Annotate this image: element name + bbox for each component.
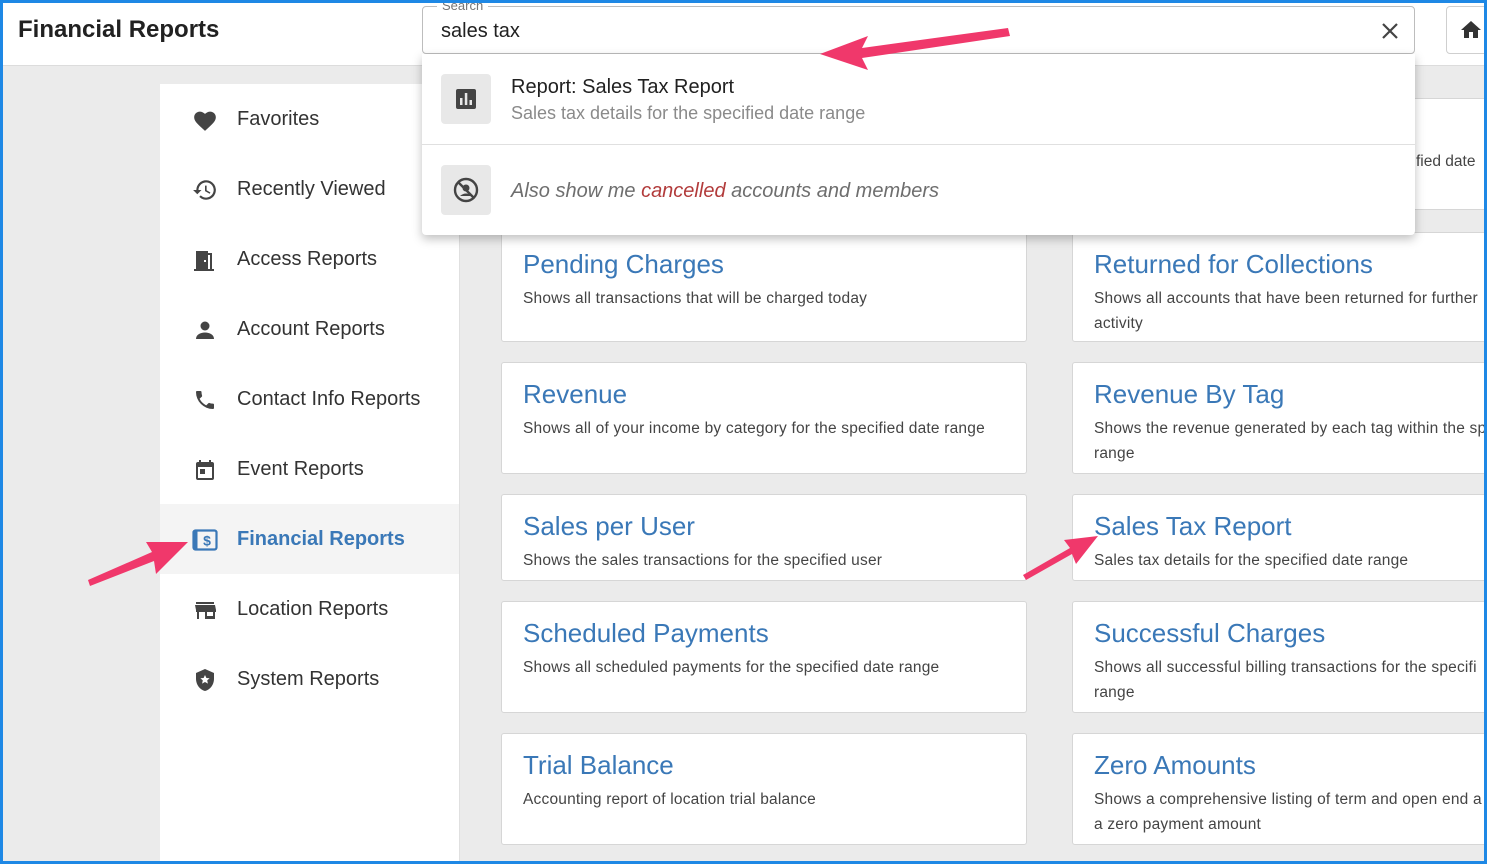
- report-card-revenue-by-tag[interactable]: Revenue By Tag Shows the revenue generat…: [1072, 362, 1487, 474]
- sidebar-item-contact-info-reports[interactable]: Contact Info Reports: [160, 364, 459, 434]
- search-field[interactable]: Search: [422, 0, 1415, 54]
- report-card-returned-for-collections[interactable]: Returned for Collections Shows all accou…: [1072, 232, 1487, 342]
- report-card-sales-tax-report[interactable]: Sales Tax Report Sales tax details for t…: [1072, 494, 1487, 581]
- svg-text:$: $: [203, 533, 211, 549]
- sidebar-item-access-reports[interactable]: Access Reports: [160, 224, 459, 294]
- sidebar-item-label: Recently Viewed: [237, 178, 386, 200]
- dollar-icon: $: [191, 526, 219, 554]
- card-desc-partial: fied date: [1416, 153, 1476, 170]
- search-results-dropdown: Report: Sales Tax Report Sales tax detai…: [422, 54, 1415, 235]
- home-icon: [1461, 21, 1481, 38]
- card-desc: Sales tax details for the specified date…: [1094, 552, 1409, 569]
- report-card-revenue[interactable]: Revenue Shows all of your income by cate…: [501, 362, 1027, 474]
- report-card-trial-balance[interactable]: Trial Balance Accounting report of locat…: [501, 733, 1027, 845]
- card-desc: Shows all accounts that have been return…: [1094, 290, 1478, 332]
- card-desc: Shows the revenue generated by each tag …: [1094, 420, 1487, 462]
- blocked-icon: [441, 165, 491, 215]
- sidebar: Favorites Recently Viewed Access Reports…: [160, 84, 460, 864]
- sidebar-item-favorites[interactable]: Favorites: [160, 84, 459, 154]
- cancelled-suffix: accounts and members: [725, 180, 940, 202]
- sidebar-item-location-reports[interactable]: Location Reports: [160, 574, 459, 644]
- sidebar-item-account-reports[interactable]: Account Reports: [160, 294, 459, 364]
- sidebar-item-label: Event Reports: [237, 458, 364, 480]
- card-title: Successful Charges: [1094, 618, 1326, 648]
- result-title: Report: Sales Tax Report: [511, 76, 735, 98]
- search-input[interactable]: [441, 17, 1361, 45]
- home-button[interactable]: [1446, 6, 1487, 54]
- cancelled-prefix: Also show me: [511, 180, 642, 202]
- sidebar-item-financial-reports[interactable]: $ Financial Reports: [160, 504, 459, 574]
- card-title: Scheduled Payments: [523, 618, 769, 648]
- card-desc: Shows all transactions that will be char…: [523, 290, 868, 307]
- report-card-scheduled-payments[interactable]: Scheduled Payments Shows all scheduled p…: [501, 601, 1027, 713]
- close-icon: [1382, 23, 1398, 39]
- sidebar-item-event-reports[interactable]: Event Reports: [160, 434, 459, 504]
- sidebar-item-label: Favorites: [237, 108, 320, 130]
- card-desc: Shows all scheduled payments for the spe…: [523, 659, 940, 676]
- door-icon: [191, 246, 219, 274]
- card-title: Pending Charges: [523, 249, 724, 279]
- sidebar-item-label: System Reports: [237, 668, 380, 690]
- heart-icon: [191, 106, 219, 134]
- clear-search-button[interactable]: [1378, 19, 1402, 43]
- result-subtitle: Sales tax details for the specified date…: [511, 103, 866, 123]
- sidebar-item-label: Account Reports: [237, 318, 385, 340]
- card-title: Sales Tax Report: [1094, 511, 1292, 541]
- bar-chart-icon: [441, 74, 491, 124]
- phone-icon: [191, 386, 219, 414]
- card-title: Sales per User: [523, 511, 695, 541]
- card-title: Revenue By Tag: [1094, 379, 1285, 409]
- report-card-zero-amounts[interactable]: Zero Amounts Shows a comprehensive listi…: [1072, 733, 1487, 845]
- card-desc: Shows a comprehensive listing of term an…: [1094, 791, 1482, 833]
- sidebar-item-label: Access Reports: [237, 248, 378, 270]
- card-desc: Shows all successful billing transaction…: [1094, 659, 1477, 701]
- sidebar-item-label: Financial Reports: [237, 528, 405, 550]
- page-title: Financial Reports: [18, 16, 220, 43]
- card-desc: Shows all of your income by category for…: [523, 420, 985, 437]
- sidebar-item-recently-viewed[interactable]: Recently Viewed: [160, 154, 459, 224]
- sidebar-item-system-reports[interactable]: System Reports: [160, 644, 459, 714]
- store-icon: [191, 596, 219, 624]
- card-desc: Shows the sales transactions for the spe…: [523, 552, 883, 569]
- history-icon: [191, 176, 219, 204]
- shield-icon: [191, 666, 219, 694]
- cancelled-text: Also show me cancelled accounts and memb…: [511, 180, 939, 203]
- card-desc: Accounting report of location trial bala…: [523, 791, 816, 808]
- sidebar-item-label: Contact Info Reports: [237, 388, 421, 410]
- search-label: Search: [437, 0, 489, 14]
- search-result-item[interactable]: Report: Sales Tax Report Sales tax detai…: [422, 54, 1415, 145]
- card-title: Returned for Collections: [1094, 249, 1373, 279]
- card-title: Trial Balance: [523, 750, 674, 780]
- calendar-icon: [191, 456, 219, 484]
- cancelled-accent: cancelled: [641, 180, 726, 202]
- card-title: Zero Amounts: [1094, 750, 1256, 780]
- report-card-successful-charges[interactable]: Successful Charges Shows all successful …: [1072, 601, 1487, 713]
- person-icon: [191, 316, 219, 344]
- report-card-sales-per-user[interactable]: Sales per User Shows the sales transacti…: [501, 494, 1027, 581]
- sidebar-item-label: Location Reports: [237, 598, 389, 620]
- card-title: Revenue: [523, 379, 628, 409]
- show-cancelled-option[interactable]: Also show me cancelled accounts and memb…: [422, 145, 1415, 235]
- report-card-pending-charges[interactable]: Pending Charges Shows all transactions t…: [501, 232, 1027, 342]
